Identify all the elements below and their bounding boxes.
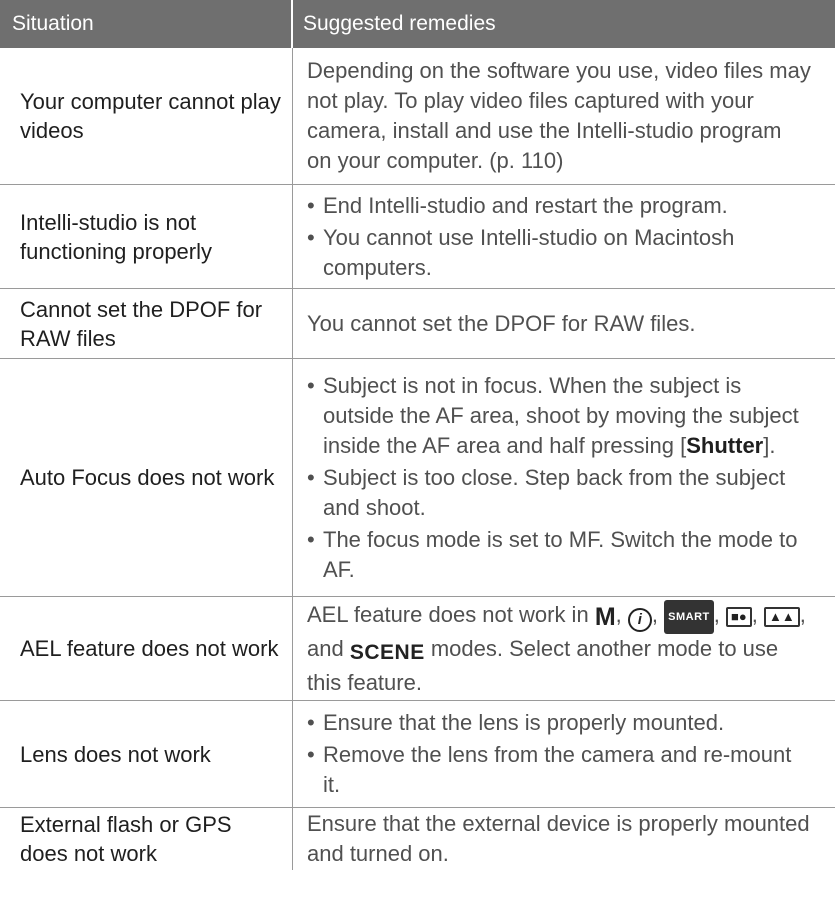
list-item: • Subject is not in focus. When the subje… xyxy=(307,372,799,458)
shutter-key-label: Shutter xyxy=(686,432,764,458)
remedy-list: • Ensure that the lens is properly mounte… xyxy=(307,708,811,800)
remedy-text: Ensure that the external device is prope… xyxy=(307,811,810,866)
table-row: Cannot set the DPOF for RAW files You ca… xyxy=(0,289,835,359)
remedy-text: Depending on the software you use, video… xyxy=(307,58,811,173)
situation-cell: Your computer cannot play videos xyxy=(0,48,293,184)
bullet-icon: • xyxy=(307,710,315,735)
situation-cell: Intelli-studio is not functioning proper… xyxy=(0,185,293,288)
landscape-scene-icon: ▲▲ xyxy=(763,606,800,627)
table-row: External flash or GPS does not work Ensu… xyxy=(0,808,835,870)
portrait-scene-icon: ■● xyxy=(726,606,752,627)
remedy-list: • Subject is not in focus. When the subje… xyxy=(307,371,811,585)
situation-cell: External flash or GPS does not work xyxy=(0,808,293,870)
table-row: Lens does not work • Ensure that the lens… xyxy=(0,701,835,808)
header-situation: Situation xyxy=(0,0,293,48)
remedy-text: AEL feature does not work in M, i, SMART… xyxy=(307,599,806,695)
situation-cell: Lens does not work xyxy=(0,701,293,807)
remedy-cell: You cannot set the DPOF for RAW files. xyxy=(293,289,835,358)
situation-cell: Cannot set the DPOF for RAW files xyxy=(0,289,293,358)
table-row: Auto Focus does not work • Subject is not… xyxy=(0,359,835,597)
scene-mode-icon: SCENE xyxy=(349,640,425,664)
table-row: Your computer cannot play videos Dependi… xyxy=(0,48,835,185)
list-item: • Ensure that the lens is properly mounte… xyxy=(307,708,811,738)
troubleshooting-table: Situation Suggested remedies Your comput… xyxy=(0,0,835,870)
header-suggested-remedies: Suggested remedies xyxy=(303,12,496,35)
smart-auto-mode-icon: i xyxy=(627,607,652,632)
bullet-icon: • xyxy=(307,526,315,552)
remedy-cell: • End Intelli-studio and restart the prog… xyxy=(293,185,835,288)
bullet-icon: • xyxy=(307,224,315,250)
bullet-icon: • xyxy=(307,372,315,398)
bullet-icon: • xyxy=(307,742,315,767)
remedy-list: • End Intelli-studio and restart the prog… xyxy=(307,191,811,283)
table-header: Situation Suggested remedies xyxy=(0,0,835,48)
smart-mode-icon: SMART xyxy=(664,599,714,634)
manual-mode-icon: M xyxy=(594,602,616,631)
situation-cell: Auto Focus does not work xyxy=(0,359,293,596)
table-row: AEL feature does not work AEL feature do… xyxy=(0,597,835,701)
list-item: • The focus mode is set to MF. Switch the… xyxy=(307,526,798,582)
remedy-cell: AEL feature does not work in M, i, SMART… xyxy=(293,597,835,700)
bullet-icon: • xyxy=(307,464,315,490)
list-item: • End Intelli-studio and restart the prog… xyxy=(307,191,811,221)
table-row: Intelli-studio is not functioning proper… xyxy=(0,185,835,289)
bullet-icon: • xyxy=(307,192,315,218)
remedy-cell: Depending on the software you use, video… xyxy=(293,48,835,184)
remedy-cell: • Ensure that the lens is properly mounte… xyxy=(293,701,835,807)
list-item: • Remove the lens from the camera and re-… xyxy=(307,742,792,797)
remedy-cell: • Subject is not in focus. When the subje… xyxy=(293,359,835,596)
remedy-cell: Ensure that the external device is prope… xyxy=(293,808,835,870)
list-item: • Subject is too close. Step back from th… xyxy=(307,464,786,520)
remedy-text: You cannot set the DPOF for RAW files. xyxy=(307,310,696,336)
situation-cell: AEL feature does not work xyxy=(0,597,293,700)
list-item: • You cannot use Intelli-studio on Macint… xyxy=(307,224,735,280)
